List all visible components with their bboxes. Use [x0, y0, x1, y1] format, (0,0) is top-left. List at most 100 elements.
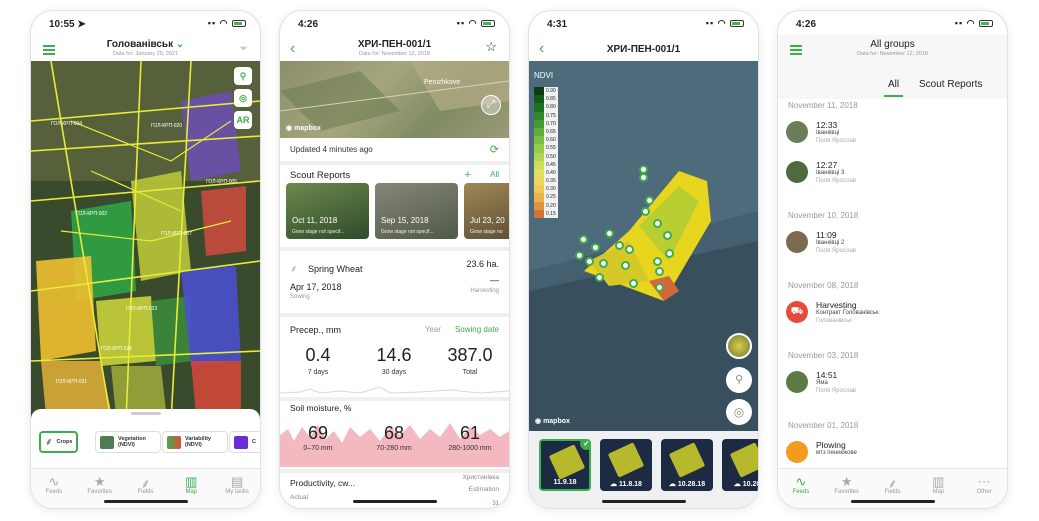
- scout-pin-icon[interactable]: [615, 241, 624, 250]
- add-icon[interactable]: +: [465, 169, 471, 181]
- layer-variability-chip[interactable]: Variability (NDVI): [162, 431, 228, 453]
- legend-value: 0.20: [544, 201, 558, 210]
- wheat-icon: ⸙: [887, 476, 898, 491]
- updated-text: Updated 4 minutes ago: [290, 145, 373, 154]
- region-selector[interactable]: Голованівськ ⌄: [31, 39, 260, 50]
- date-thumbnail[interactable]: 11.9.18 ✓: [539, 439, 591, 491]
- scout-pin-icon[interactable]: [599, 259, 608, 268]
- tab-label: Favorites: [87, 489, 113, 495]
- date-thumbnail[interactable]: ☁ 10.28.18: [661, 439, 713, 491]
- scout-pin-icon[interactable]: [665, 249, 674, 258]
- filter-icon[interactable]: ⏷: [239, 43, 248, 56]
- segment-all[interactable]: All: [884, 79, 904, 97]
- precip-header: Precep., mm Year Sowing date: [290, 325, 499, 335]
- stat-value: 387.0: [447, 345, 493, 365]
- layer-label: Vegetation (NDVI): [118, 435, 146, 448]
- date-thumbnail[interactable]: ☁ 10.20.: [722, 439, 758, 491]
- tab-feeds[interactable]: ∿ Feeds: [31, 469, 77, 508]
- scout-pin-icon[interactable]: [595, 273, 604, 282]
- scout-pin-icon[interactable]: [655, 267, 664, 276]
- fields-map[interactable]: ГОЛ-КРП-004 ГОЛ-КРП-002 ГОЛ-КРП-007 ГОЛ-КРП…: [31, 61, 260, 421]
- scout-pin-icon[interactable]: [653, 219, 662, 228]
- scout-pin-icon[interactable]: [591, 243, 600, 252]
- productivity-title: Productivity, cw...: [290, 478, 356, 488]
- locate-icon[interactable]: ◎: [234, 89, 252, 107]
- legend-value: 0.60: [544, 136, 558, 145]
- layer-label: Variability (NDVI): [185, 435, 211, 448]
- scout-pin-icon[interactable]: [629, 279, 638, 288]
- menu-icon[interactable]: [43, 45, 55, 55]
- map-icon: ▥: [932, 474, 945, 489]
- legend-swatch: [534, 209, 544, 218]
- scout-all-link[interactable]: All: [490, 170, 499, 179]
- tab-my-tasks[interactable]: ▤ My tasks: [214, 469, 260, 508]
- scout-pin-icon[interactable]: [639, 173, 648, 182]
- divider: [280, 247, 509, 251]
- scout-pin-icon[interactable]: [645, 196, 654, 205]
- user-location-icon[interactable]: ⚲: [726, 367, 752, 393]
- scout-pin-icon[interactable]: [655, 283, 664, 292]
- scout-pin-icon[interactable]: [605, 229, 614, 238]
- ndvi-map[interactable]: NDVI 0.90 0.85 0.80 0.75 0.70 0.65 0.60 0.55 0.5…: [529, 61, 758, 431]
- layer-vegetation-chip[interactable]: Vegetation (NDVI): [95, 431, 161, 453]
- back-icon[interactable]: ‹: [539, 40, 544, 58]
- back-icon[interactable]: ‹: [290, 40, 295, 58]
- crop-info: ⸙ Spring Wheat 23.6 ha. Apr 17, 2018 Sow…: [290, 259, 499, 300]
- feed-group: Поля Ярослав: [816, 178, 856, 184]
- locate-icon[interactable]: ◎: [726, 399, 752, 425]
- scout-pin-icon[interactable]: [579, 235, 588, 244]
- data-date: Data for: January 20, 2021: [112, 51, 179, 57]
- scout-pin-icon[interactable]: [621, 261, 630, 270]
- layer-crops-chip[interactable]: ⸙ Crops: [39, 431, 79, 453]
- tab-label: Feeds: [45, 489, 63, 495]
- scout-pin-icon[interactable]: [663, 231, 672, 240]
- legend-value: 0.90: [544, 87, 558, 96]
- field-label: ГОЛ-КРП-004: [51, 121, 83, 127]
- field-label: ГОЛ-КРП-005: [206, 179, 238, 185]
- stat-value: 14.6: [376, 345, 412, 365]
- segment-scout-reports[interactable]: Scout Reports: [919, 79, 982, 90]
- tab-label: Map: [185, 489, 198, 495]
- ar-button[interactable]: AR: [234, 111, 252, 129]
- star-icon[interactable]: ☆: [485, 39, 497, 55]
- scout-pin-icon[interactable]: [625, 245, 634, 254]
- feed-title: 14:51: [816, 370, 838, 380]
- layer-swatch: [234, 435, 248, 449]
- field-map-preview[interactable]: Penizhkove ◉ mapbox ⤢: [280, 61, 509, 138]
- basemap-toggle[interactable]: [726, 333, 752, 359]
- date-strip: 11.9.18 ✓ ☁ 11.8.18 ☁ 10.28.18 ☁ 10.20.: [529, 431, 758, 508]
- scout-pin-icon[interactable]: [653, 257, 662, 266]
- precip-year-toggle[interactable]: Year: [425, 325, 441, 334]
- stat-label: 7 days: [307, 369, 329, 376]
- tab-other[interactable]: ⋯ Other: [961, 469, 1007, 508]
- feed-group: Голованівськ: [816, 318, 852, 324]
- home-indicator: [103, 500, 188, 503]
- date-thumbnail[interactable]: ☁ 11.8.18: [600, 439, 652, 491]
- tab-feeds[interactable]: ∿ Feeds: [778, 469, 824, 508]
- feed-avatar: [786, 371, 808, 393]
- wheat-icon: ⸙: [290, 264, 298, 275]
- scout-pin-icon[interactable]: [641, 207, 650, 216]
- refresh-icon[interactable]: ⟳: [490, 143, 499, 156]
- feed-title: Plowing: [816, 440, 846, 450]
- precip-sowing-toggle[interactable]: Sowing date: [455, 325, 499, 334]
- user-location-icon[interactable]: ⚲: [234, 67, 252, 85]
- section-title: Scout Reports: [290, 170, 351, 181]
- ndvi-label: NDVI: [534, 71, 554, 80]
- status-icons: ▪▪ ◠: [955, 18, 993, 29]
- pulse-icon: ∿: [48, 474, 60, 489]
- stat-label: Total: [462, 369, 478, 376]
- status-bar: 4:26 ▪▪ ◠: [280, 11, 509, 35]
- scout-card[interactable]: Jul 23, 20 Grow stage no: [464, 183, 509, 239]
- status-icons: ▪▪ ◠: [457, 18, 495, 29]
- drag-handle[interactable]: [130, 412, 161, 415]
- home-indicator: [850, 500, 935, 503]
- scout-pin-icon[interactable]: [585, 257, 594, 266]
- scout-pin-icon[interactable]: [575, 251, 584, 260]
- scout-card[interactable]: Sep 15, 2018 Grow stage not specif...: [375, 183, 458, 239]
- layer-more-chip[interactable]: C: [229, 431, 260, 453]
- chevron-down-icon: ⌄: [175, 39, 185, 50]
- menu-icon[interactable]: [790, 45, 802, 55]
- scout-card[interactable]: Oct 11, 2018 Grow stage not specif...: [286, 183, 369, 239]
- expand-icon[interactable]: ⤢: [481, 95, 501, 115]
